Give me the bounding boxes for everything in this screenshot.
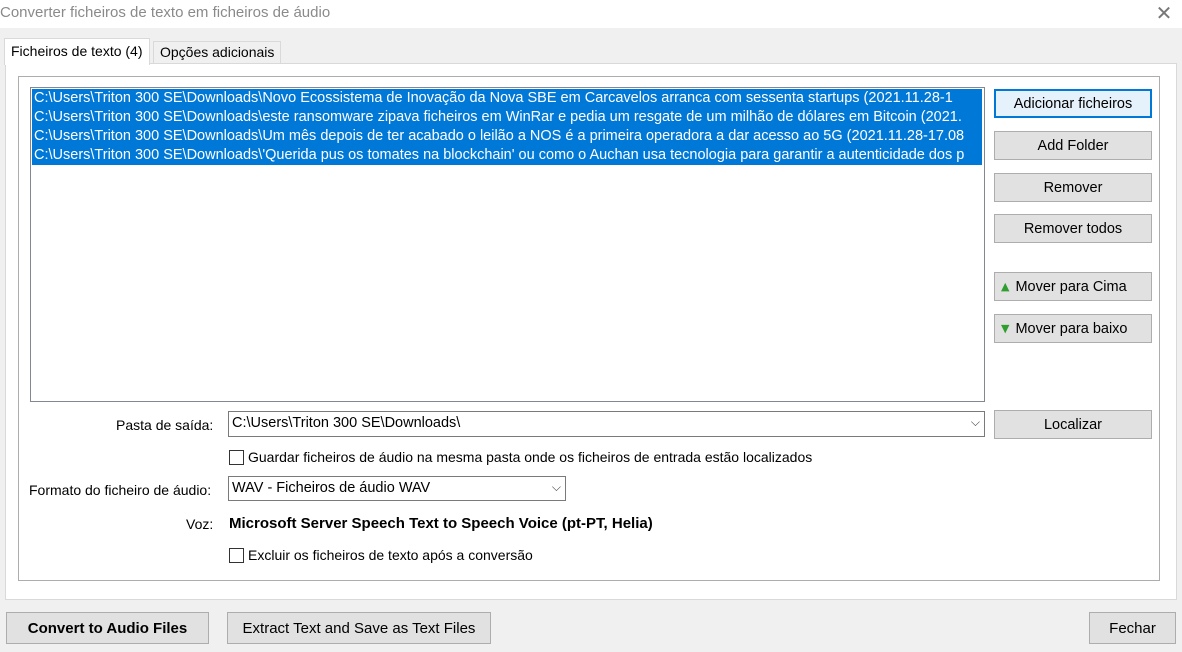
close-icon[interactable]: ✕: [1152, 2, 1176, 24]
delete-after-checkbox[interactable]: [229, 548, 244, 563]
remove-all-button[interactable]: Remover todos: [994, 214, 1152, 243]
tab-additional-options[interactable]: Opções adicionais: [153, 41, 282, 65]
format-value: WAV - Ficheiros de áudio WAV: [232, 480, 431, 496]
close-button[interactable]: Fechar: [1089, 612, 1176, 644]
list-item[interactable]: C:\Users\Triton 300 SE\Downloads\Novo Ec…: [32, 89, 982, 108]
output-folder-label: Pasta de saída:: [116, 417, 214, 433]
add-files-button[interactable]: Adicionar ficheiros: [994, 89, 1152, 118]
list-item[interactable]: C:\Users\Triton 300 SE\Downloads\Um mês …: [32, 127, 982, 146]
same-folder-checkbox[interactable]: [229, 450, 244, 465]
remove-button[interactable]: Remover: [994, 173, 1152, 202]
title-bar: Converter ficheiros de texto em ficheiro…: [0, 0, 1182, 28]
locate-button[interactable]: Localizar: [994, 410, 1152, 439]
arrow-up-icon: ▲: [1001, 280, 1010, 293]
file-list[interactable]: C:\Users\Triton 300 SE\Downloads\Novo Ec…: [30, 87, 985, 402]
output-folder-value: C:\Users\Triton 300 SE\Downloads\: [232, 415, 461, 431]
list-item[interactable]: C:\Users\Triton 300 SE\Downloads\este ra…: [32, 108, 982, 127]
move-up-label: Mover para Cima: [1015, 278, 1127, 295]
add-folder-button[interactable]: Add Folder: [994, 131, 1152, 160]
tab-text-files[interactable]: Ficheiros de texto (4): [4, 38, 150, 65]
same-folder-label: Guardar ficheiros de áudio na mesma past…: [248, 449, 813, 465]
extract-text-button[interactable]: Extract Text and Save as Text Files: [227, 612, 491, 644]
list-item[interactable]: C:\Users\Triton 300 SE\Downloads\'Querid…: [32, 146, 982, 165]
move-up-button[interactable]: ▲ Mover para Cima: [994, 272, 1152, 301]
output-folder-combo[interactable]: C:\Users\Triton 300 SE\Downloads\ ⌵: [228, 411, 985, 437]
chevron-down-icon[interactable]: ⌵: [971, 415, 980, 430]
move-down-label: Mover para baixo: [1015, 320, 1128, 337]
move-down-button[interactable]: ▼ Mover para baixo: [994, 314, 1152, 343]
arrow-down-icon: ▼: [1001, 322, 1010, 335]
voice-label: Voz:: [186, 516, 214, 532]
window-title: Converter ficheiros de texto em ficheiro…: [0, 4, 331, 21]
chevron-down-icon[interactable]: ⌵: [552, 480, 561, 495]
format-select[interactable]: WAV - Ficheiros de áudio WAV ⌵: [228, 476, 566, 501]
convert-button[interactable]: Convert to Audio Files: [6, 612, 209, 644]
format-label: Formato do ficheiro de áudio:: [29, 482, 212, 498]
delete-after-label: Excluir os ficheiros de texto após a con…: [248, 547, 533, 563]
voice-value: Microsoft Server Speech Text to Speech V…: [229, 515, 653, 532]
